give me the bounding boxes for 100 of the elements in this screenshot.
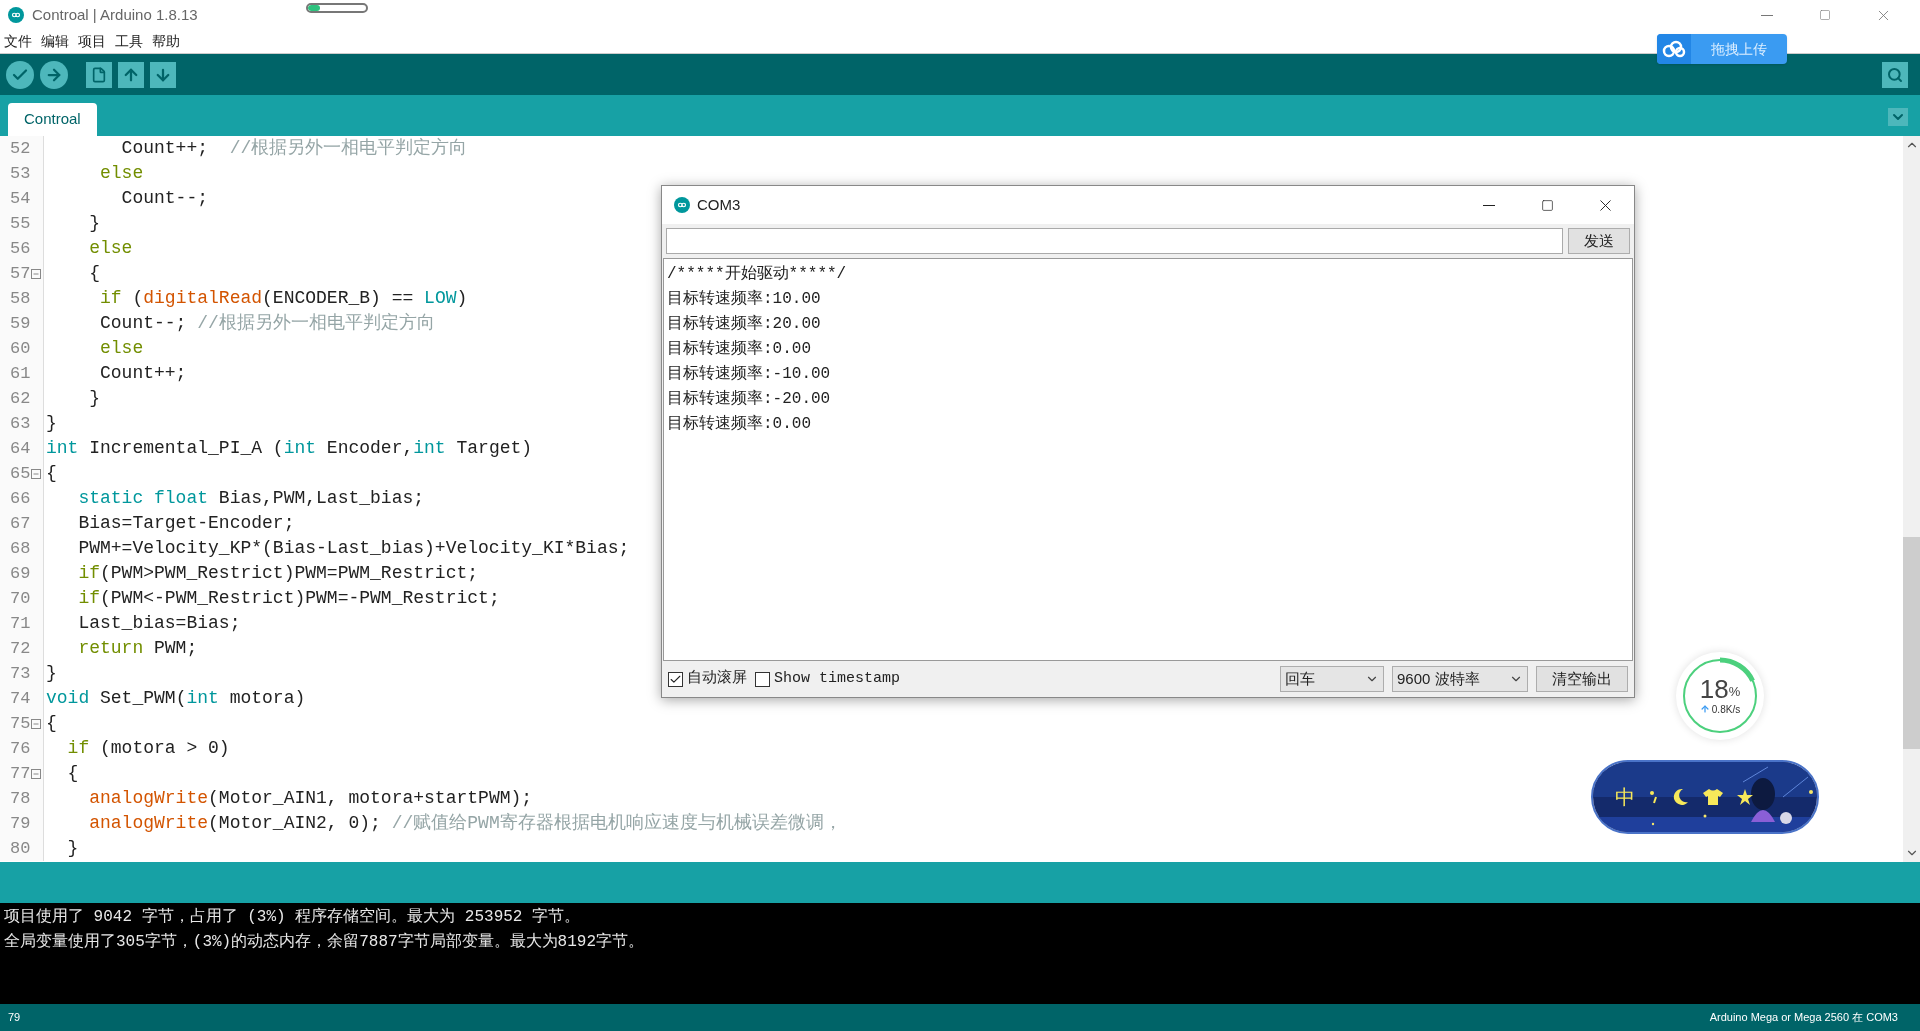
fold-icon[interactable]: [31, 468, 42, 479]
checkbox-label: Show timestamp: [774, 668, 901, 689]
code-line: Bias=Target-Encoder;: [77, 512, 295, 535]
line-number: 80: [10, 837, 31, 860]
fold-icon[interactable]: [31, 718, 42, 729]
menu-item[interactable]: 工具: [115, 31, 143, 52]
line-number: 62: [10, 387, 31, 410]
maximize-icon: [1819, 9, 1831, 21]
line-number: 56: [10, 237, 31, 260]
baud-rate-dropdown[interactable]: 9600 波特率: [1392, 666, 1528, 692]
fold-icon[interactable]: [31, 268, 42, 279]
clear-output-button[interactable]: 清空输出: [1536, 666, 1628, 692]
code-line: Last_bias=Bias;: [77, 612, 241, 635]
line-number: 73: [10, 662, 31, 685]
line-number: 79: [10, 812, 31, 835]
serial-monitor-button[interactable]: [1882, 61, 1908, 88]
line-number: 71: [10, 612, 31, 635]
minimize-icon: [1483, 204, 1495, 206]
shirt-icon[interactable]: [1703, 789, 1723, 805]
meter-percent: 18: [1699, 675, 1729, 702]
line-number: 54: [10, 187, 31, 210]
line-number: 76: [10, 737, 31, 760]
line-number: 57: [10, 262, 31, 285]
code-line: {: [88, 262, 100, 285]
line-number: 53: [10, 162, 31, 185]
serial-output-line: 目标转速频率:-20.00: [667, 389, 832, 410]
new-file-button[interactable]: [86, 61, 112, 88]
board-info: Arduino Mega or Mega 2560 在 COM3: [1709, 1010, 1898, 1026]
console-line: 项目使用了 9042 字节，占用了 (3%) 程序存储空间。最大为 253952 字节。: [4, 906, 582, 928]
code-line: {: [45, 462, 57, 485]
menu-item[interactable]: 编辑: [41, 31, 69, 52]
fold-icon[interactable]: [31, 768, 42, 779]
arduino-logo-icon: [674, 197, 690, 213]
maximize-icon: [1540, 198, 1554, 212]
cloud-icon: [1662, 40, 1686, 58]
line-number: 63: [10, 412, 31, 435]
checkbox[interactable]: [755, 671, 770, 687]
code-line: Count++; //根据另外一相电平判定方向: [120, 137, 468, 160]
menu-item[interactable]: 帮助: [152, 31, 180, 52]
line-number: 77: [10, 762, 31, 785]
code-line: if (motora > 0): [66, 737, 230, 760]
code-line: {: [45, 712, 57, 735]
code-line: Count--; //根据另外一相电平判定方向: [99, 312, 435, 335]
punctuation-icon[interactable]: [1649, 790, 1659, 804]
line-number: 74: [10, 687, 31, 710]
code-line: {: [66, 762, 79, 785]
code-line: if(PWM<-PWM_Restrict)PWM=-PWM_Restrict;: [77, 587, 500, 610]
code-line: Count++;: [99, 362, 187, 385]
code-line: int Incremental_PI_A (int Encoder,int Target): [45, 437, 533, 460]
arduino-logo-icon: [8, 7, 24, 23]
serial-output-line: /*****开始驱动*****/: [667, 264, 848, 285]
line-number: 55: [10, 212, 31, 235]
serial-output-line: 目标转速频率:20.00: [667, 314, 822, 335]
code-line: }: [66, 837, 79, 860]
code-line: analogWrite(Motor_AIN1, motora+startPWM);: [88, 787, 533, 810]
menu-item[interactable]: 文件: [4, 31, 32, 52]
meter-speed: 0.8K/s: [1711, 702, 1741, 717]
code-line: else: [88, 237, 133, 260]
file-icon: [91, 66, 107, 83]
code-line: analogWrite(Motor_AIN2, 0); //赋值给PWM寄存器根据电机响应速度与机械误差微调，: [88, 812, 842, 835]
code-line: else: [99, 337, 144, 360]
line-number: 70: [10, 587, 31, 610]
line-number: 52: [10, 137, 31, 160]
code-line: Count--;: [120, 187, 209, 210]
upload-sketch-button[interactable]: [40, 60, 68, 89]
line-ending-dropdown[interactable]: 回车: [1280, 666, 1384, 692]
code-line: PWM+=Velocity_KP*(Bias-Last_bias)+Velocity_KI*Bias;: [77, 537, 630, 560]
code-line: if(PWM>PWM_Restrict)PWM=PWM_Restrict;: [77, 562, 479, 585]
menu-item[interactable]: 项目: [78, 31, 106, 52]
status-line-number: 79: [8, 1010, 21, 1026]
scrollbar[interactable]: [1903, 136, 1920, 862]
code-line: }: [45, 662, 57, 685]
search-icon: [1887, 66, 1903, 83]
save-button[interactable]: [150, 61, 176, 88]
code-line: }: [88, 212, 100, 235]
ime-mode[interactable]: 中: [1615, 782, 1635, 812]
tab-menu-button[interactable]: [1888, 108, 1908, 126]
open-button[interactable]: [118, 61, 144, 88]
moon-icon[interactable]: [1673, 788, 1689, 806]
code-line: else: [99, 162, 144, 185]
line-number: 78: [10, 787, 31, 810]
code-line: void Set_PWM(int motora): [45, 687, 306, 710]
editor-tab[interactable]: Controal: [8, 103, 97, 136]
send-input-field[interactable]: [666, 228, 1563, 254]
line-number: 69: [10, 562, 31, 585]
upload-arrow-icon: [1699, 704, 1710, 714]
scroll-thumb[interactable]: [1903, 537, 1920, 749]
verify-button[interactable]: [6, 60, 34, 89]
line-number: 60: [10, 337, 31, 360]
send-button[interactable]: 发送: [1568, 228, 1630, 254]
minimize-icon: [1761, 14, 1773, 16]
checkbox-label: 自动滚屏: [687, 668, 747, 689]
window-title: Controal | Arduino 1.8.13: [32, 4, 198, 25]
star-icon[interactable]: [1737, 789, 1753, 805]
line-number: 65: [10, 462, 31, 485]
line-number: 66: [10, 487, 31, 510]
console-line: 全局变量使用了305字节，(3%)的动态内存，余留7887字节局部变量。最大为8192字节。: [4, 931, 646, 953]
line-number: 58: [10, 287, 31, 310]
checkbox[interactable]: [668, 671, 683, 687]
line-number: 68: [10, 537, 31, 560]
